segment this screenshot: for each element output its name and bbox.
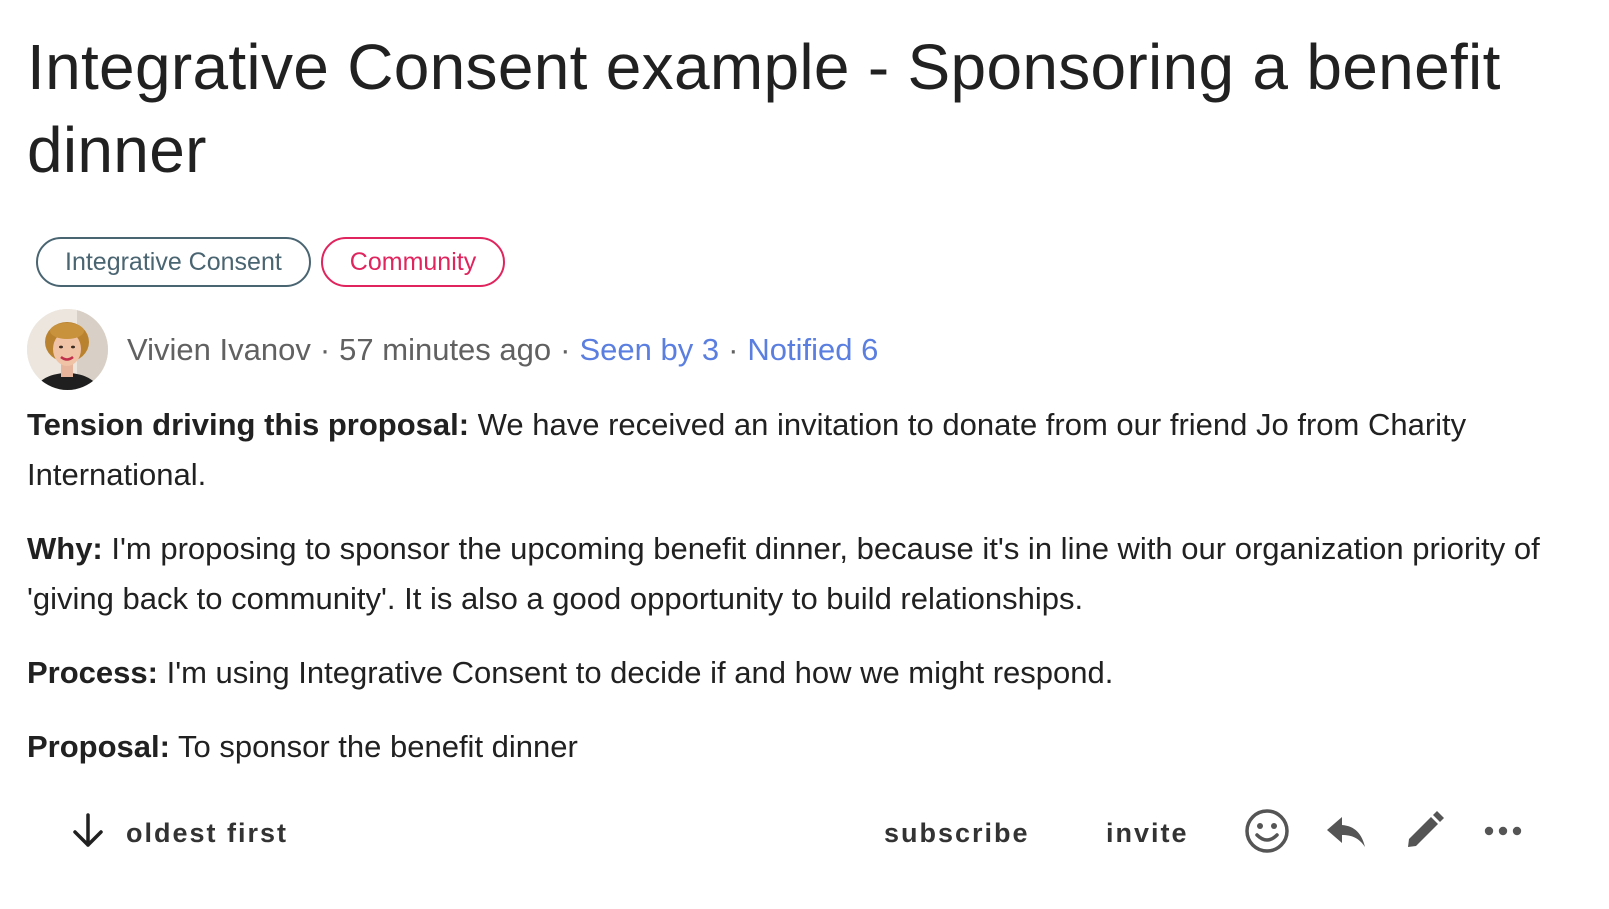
more-button[interactable] — [1479, 808, 1527, 858]
reaction-button[interactable] — [1243, 808, 1291, 858]
reply-icon — [1324, 811, 1368, 856]
more-icon — [1483, 824, 1523, 842]
timestamp[interactable]: 57 minutes ago — [339, 332, 551, 368]
proposal-paragraph: Proposal: To sponsor the benefit dinner — [27, 722, 1587, 772]
edit-icon — [1402, 809, 1446, 858]
reply-button[interactable] — [1322, 808, 1370, 858]
proposal-label: Proposal: — [27, 729, 170, 764]
thread-title: Integrative Consent example - Sponsoring… — [27, 31, 1501, 186]
process-paragraph: Process: I'm using Integrative Consent t… — [27, 648, 1587, 698]
meta-separator: · — [728, 331, 739, 367]
why-text: I'm proposing to sponsor the upcoming be… — [27, 531, 1540, 616]
avatar-image — [27, 309, 108, 390]
why-paragraph: Why: I'm proposing to sponsor the upcomi… — [27, 524, 1587, 624]
thread-page: Integrative Consent example - Sponsoring… — [0, 0, 1609, 909]
arrow-down-icon — [70, 811, 106, 856]
sort-order-button[interactable]: oldest first — [70, 808, 288, 858]
sort-order-label: oldest first — [126, 817, 289, 848]
why-label: Why: — [27, 531, 103, 566]
subscribe-button[interactable]: subscribe — [884, 808, 1030, 858]
tag-integrative-consent[interactable]: Integrative Consent — [36, 237, 311, 287]
edit-button[interactable] — [1400, 808, 1448, 858]
author-name[interactable]: Vivien Ivanov — [127, 332, 311, 368]
emoji-icon — [1244, 808, 1290, 859]
process-text: I'm using Integrative Consent to decide … — [157, 655, 1114, 690]
author-row: Vivien Ivanov · 57 minutes ago · Seen by… — [27, 309, 878, 390]
meta-separator: · — [319, 331, 331, 367]
process-label: Process: — [27, 655, 158, 690]
post-body: Tension driving this proposal: We have r… — [27, 400, 1587, 796]
tension-paragraph: Tension driving this proposal: We have r… — [27, 400, 1587, 500]
meta-separator: · — [560, 331, 571, 367]
invite-button[interactable]: invite — [1106, 808, 1189, 858]
seen-by-link[interactable]: Seen by 3 — [579, 332, 719, 368]
tag-list: Integrative Consent Community — [36, 237, 506, 287]
tag-community[interactable]: Community — [320, 237, 506, 287]
proposal-text: To sponsor the benefit dinner — [169, 729, 578, 764]
tension-label: Tension driving this proposal: — [27, 407, 470, 442]
avatar[interactable] — [27, 309, 108, 390]
notified-link[interactable]: Notified 6 — [747, 332, 878, 368]
post-meta: Vivien Ivanov · 57 minutes ago · Seen by… — [127, 332, 878, 368]
thread-actions: oldest first subscribe invite — [0, 808, 1609, 858]
